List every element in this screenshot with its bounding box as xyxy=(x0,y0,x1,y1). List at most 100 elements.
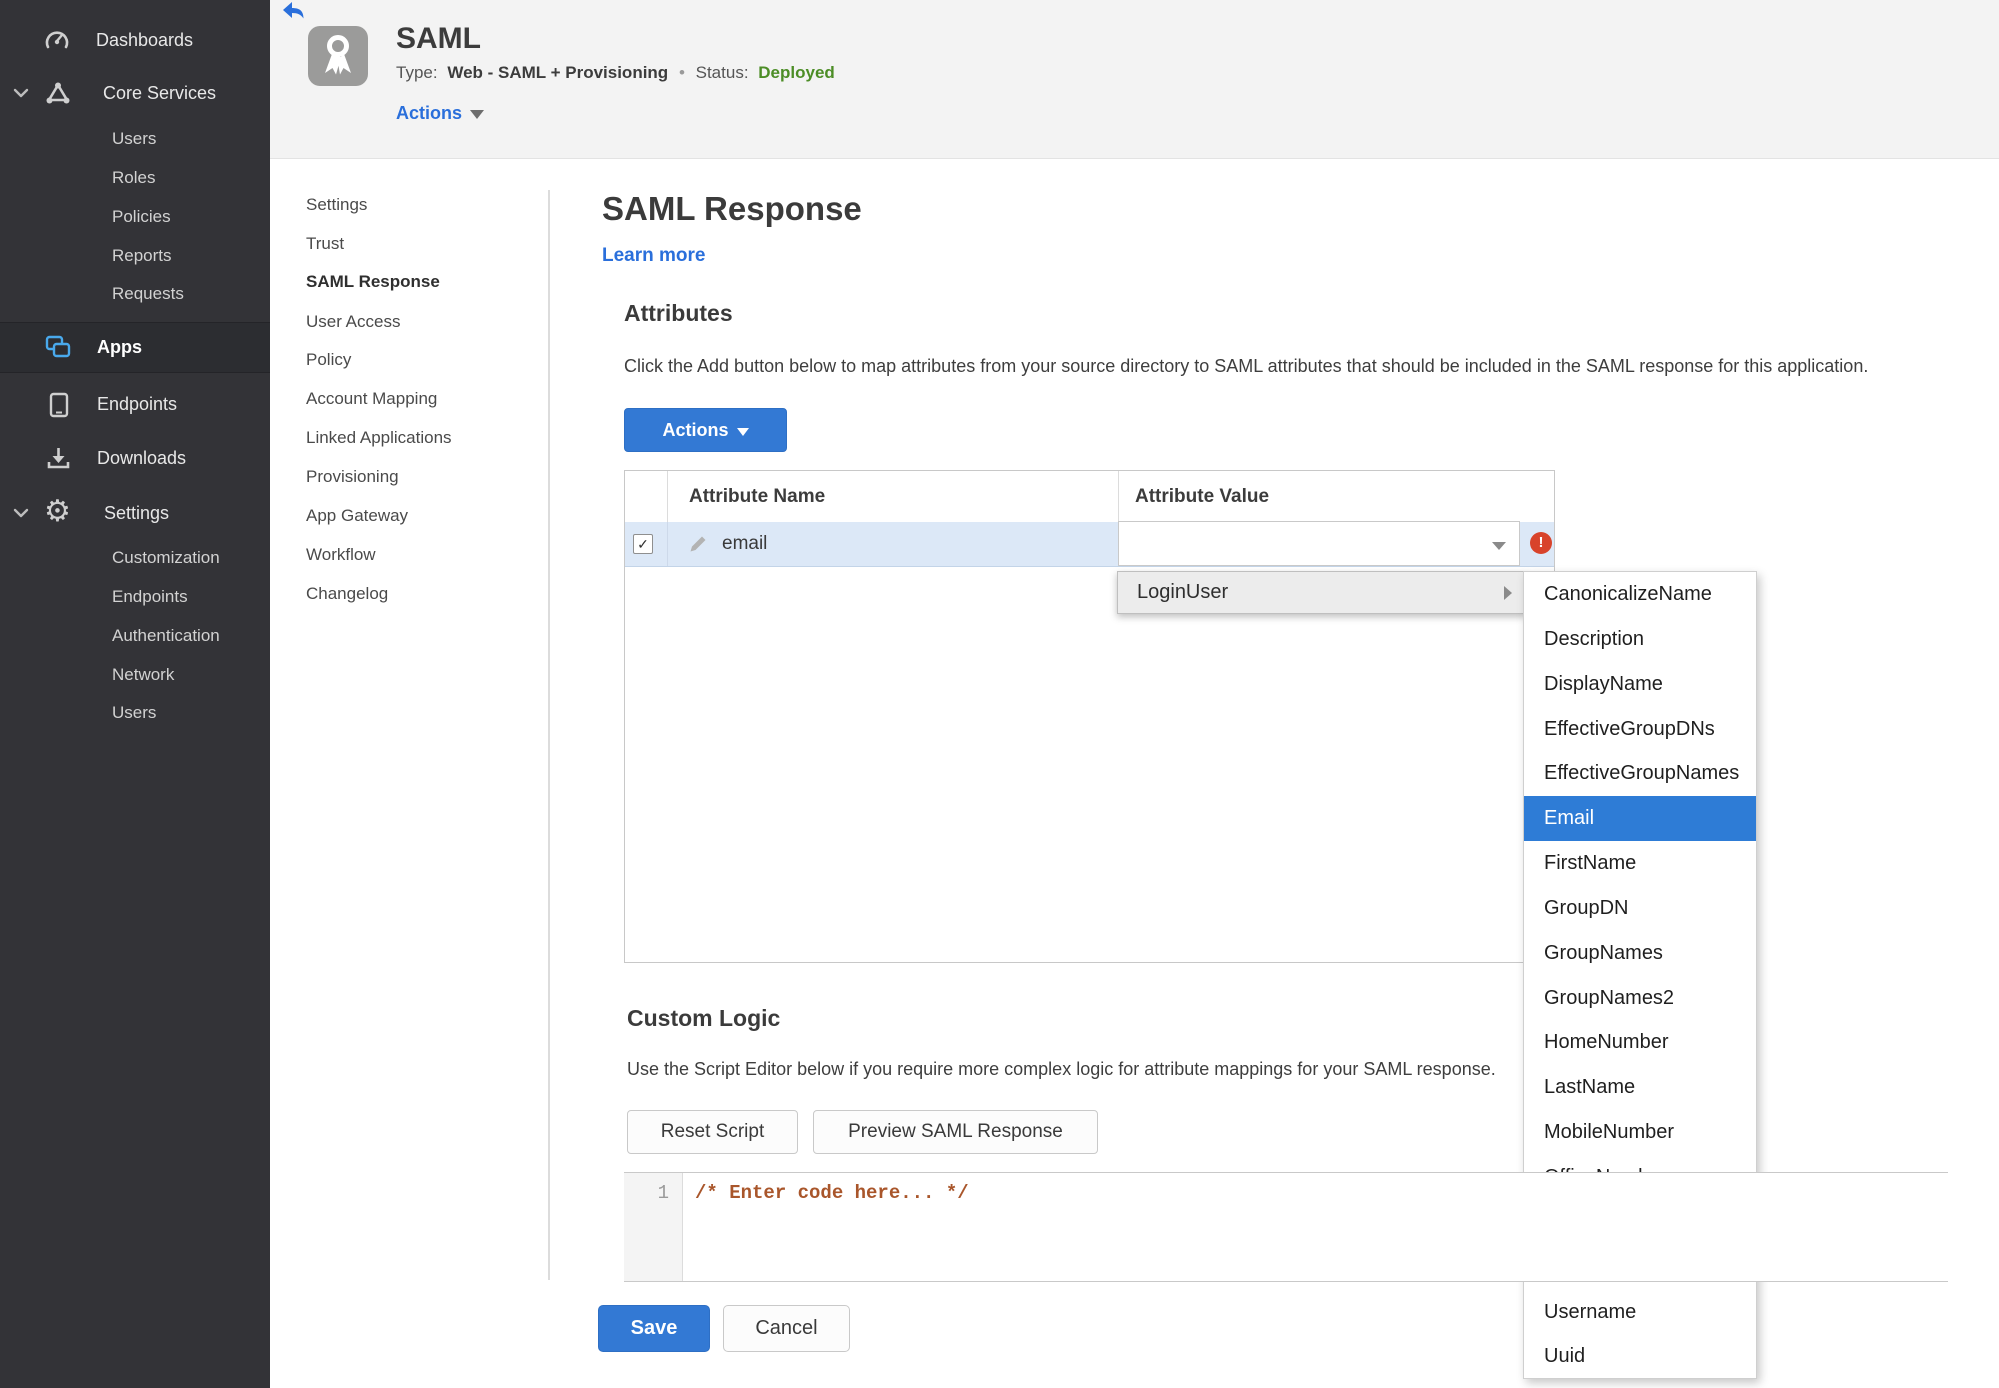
row-checkbox[interactable]: ✓ xyxy=(633,534,653,554)
sidebar-item-policies[interactable]: Policies xyxy=(112,204,171,230)
sidebar: Dashboards Core Services Users Roles Pol… xyxy=(0,0,270,1388)
table-row[interactable]: ✓ email xyxy=(625,521,1554,567)
column-header-attribute-value[interactable]: Attribute Value xyxy=(1135,471,1269,522)
sidebar-item-apps-label[interactable]: Apps xyxy=(97,334,142,360)
save-button[interactable]: Save xyxy=(598,1305,710,1352)
preview-saml-response-button[interactable]: Preview SAML Response xyxy=(813,1110,1098,1154)
editor-code[interactable]: /* Enter code here... */ xyxy=(695,1182,969,1204)
editor-line-number: 1 xyxy=(657,1182,669,1204)
submenu-item-firstname[interactable]: FirstName xyxy=(1524,841,1756,886)
core-services-icon xyxy=(46,82,70,104)
edit-pencil-icon[interactable] xyxy=(688,535,707,554)
content-divider xyxy=(548,190,550,1280)
tab-settings[interactable]: Settings xyxy=(306,192,367,218)
attributes-actions-label[interactable]: Actions xyxy=(662,420,728,440)
chevron-down-icon[interactable] xyxy=(13,507,29,519)
attributes-table: Attribute Name Attribute Value ✓ email xyxy=(624,470,1555,963)
tab-changelog[interactable]: Changelog xyxy=(306,581,388,607)
submenu-item-lastname[interactable]: LastName xyxy=(1524,1065,1756,1110)
tab-linked-applications[interactable]: Linked Applications xyxy=(306,425,452,451)
submenu-item-effectivegroupdns[interactable]: EffectiveGroupDNs xyxy=(1524,707,1756,752)
submenu-item-groupnames2[interactable]: GroupNames2 xyxy=(1524,976,1756,1021)
reset-script-button[interactable]: Reset Script xyxy=(627,1110,798,1154)
type-value: Web - SAML + Provisioning xyxy=(447,63,669,82)
attributes-heading: Attributes xyxy=(624,300,733,326)
sidebar-item-downloads[interactable]: Downloads xyxy=(97,445,186,471)
table-header: Attribute Name Attribute Value xyxy=(625,471,1554,523)
apps-icon xyxy=(45,335,71,358)
submenu-item-effectivegroupnames[interactable]: EffectiveGroupNames xyxy=(1524,751,1756,796)
cancel-button[interactable]: Cancel xyxy=(723,1305,850,1352)
sidebar-item-authentication[interactable]: Authentication xyxy=(112,623,220,649)
type-label: Type: xyxy=(396,63,438,82)
attributes-actions-button[interactable]: Actions xyxy=(624,408,787,452)
tab-policy[interactable]: Policy xyxy=(306,347,351,373)
header-actions-menu[interactable]: Actions xyxy=(396,101,485,125)
column-divider xyxy=(1118,471,1119,522)
sidebar-item-users[interactable]: Users xyxy=(112,126,156,152)
submenu-item-displayname[interactable]: DisplayName xyxy=(1524,662,1756,707)
submenu-item-homenumber[interactable]: HomeNumber xyxy=(1524,1020,1756,1065)
sidebar-item-customization[interactable]: Customization xyxy=(112,545,220,571)
column-header-attribute-name[interactable]: Attribute Name xyxy=(689,471,825,522)
app-title: SAML xyxy=(396,22,481,55)
submenu-item-uuid[interactable]: Uuid xyxy=(1524,1334,1756,1379)
submenu-item-description[interactable]: Description xyxy=(1524,617,1756,662)
sidebar-item-requests[interactable]: Requests xyxy=(112,281,184,307)
submenu-item-groupnames[interactable]: GroupNames xyxy=(1524,931,1756,976)
sidebar-item-settings-endpoints[interactable]: Endpoints xyxy=(112,584,188,610)
submenu-item-canonicalizename[interactable]: CanonicalizeName xyxy=(1524,572,1756,617)
downloads-icon xyxy=(47,448,70,469)
value-menu-loginuser-label[interactable]: LoginUser xyxy=(1137,572,1228,613)
sidebar-item-reports[interactable]: Reports xyxy=(112,243,172,269)
sidebar-item-roles[interactable]: Roles xyxy=(112,165,155,191)
app-window: Dashboards Core Services Users Roles Pol… xyxy=(0,0,1999,1388)
chevron-down-icon[interactable] xyxy=(1492,542,1506,550)
gear-icon: ⚙ xyxy=(44,495,71,528)
column-divider xyxy=(667,522,668,566)
sidebar-item-endpoints[interactable]: Endpoints xyxy=(97,391,177,417)
ribbon-icon xyxy=(325,35,351,75)
sidebar-item-settings[interactable]: Settings xyxy=(104,500,169,526)
tab-workflow[interactable]: Workflow xyxy=(306,542,376,568)
learn-more-link[interactable]: Learn more xyxy=(602,245,705,267)
submenu-item-username[interactable]: Username xyxy=(1524,1290,1756,1335)
attributes-description: Click the Add button below to map attrib… xyxy=(624,356,1869,376)
sidebar-item-settings-users[interactable]: Users xyxy=(112,700,156,726)
script-editor[interactable]: 1 /* Enter code here... */ xyxy=(624,1172,1948,1282)
dashboards-icon xyxy=(45,31,69,49)
back-icon[interactable] xyxy=(281,1,305,21)
submenu-item-mobilenumber[interactable]: MobileNumber xyxy=(1524,1110,1756,1155)
tab-user-access[interactable]: User Access xyxy=(306,309,400,335)
tab-trust[interactable]: Trust xyxy=(306,231,344,257)
submenu-item-groupdn[interactable]: GroupDN xyxy=(1524,886,1756,931)
sidebar-item-dashboards[interactable]: Dashboards xyxy=(96,27,193,53)
custom-logic-description: Use the Script Editor below if you requi… xyxy=(627,1059,1496,1079)
status-badge: Deployed xyxy=(758,63,835,82)
tab-saml-response[interactable]: SAML Response xyxy=(306,269,440,295)
saml-app-icon xyxy=(308,26,368,86)
custom-logic-heading: Custom Logic xyxy=(627,1005,781,1031)
chevron-right-icon xyxy=(1504,586,1512,600)
value-menu-loginuser[interactable]: LoginUser xyxy=(1117,571,1527,614)
sidebar-item-network[interactable]: Network xyxy=(112,662,174,688)
attribute-value-dropdown[interactable] xyxy=(1118,521,1520,566)
chevron-down-icon xyxy=(736,428,749,436)
tab-provisioning[interactable]: Provisioning xyxy=(306,464,399,490)
submenu-item-email[interactable]: Email xyxy=(1524,796,1756,842)
meta-separator: • xyxy=(678,63,685,82)
tab-account-mapping[interactable]: Account Mapping xyxy=(306,386,437,412)
tab-app-gateway[interactable]: App Gateway xyxy=(306,503,408,529)
sidebar-item-core-services[interactable]: Core Services xyxy=(103,80,216,106)
page-title: SAML Response xyxy=(602,190,862,227)
status-label: Status: xyxy=(695,63,749,82)
header-actions-label[interactable]: Actions xyxy=(396,103,462,123)
endpoints-icon xyxy=(49,392,69,418)
error-icon: ! xyxy=(1530,532,1552,554)
chevron-down-icon xyxy=(470,110,485,119)
editor-gutter: 1 xyxy=(624,1173,683,1281)
chevron-down-icon[interactable] xyxy=(13,87,29,99)
attribute-name-cell: email xyxy=(722,533,768,554)
app-meta: Type: Web - SAML + Provisioning • Status… xyxy=(396,62,835,84)
column-divider xyxy=(667,471,668,522)
